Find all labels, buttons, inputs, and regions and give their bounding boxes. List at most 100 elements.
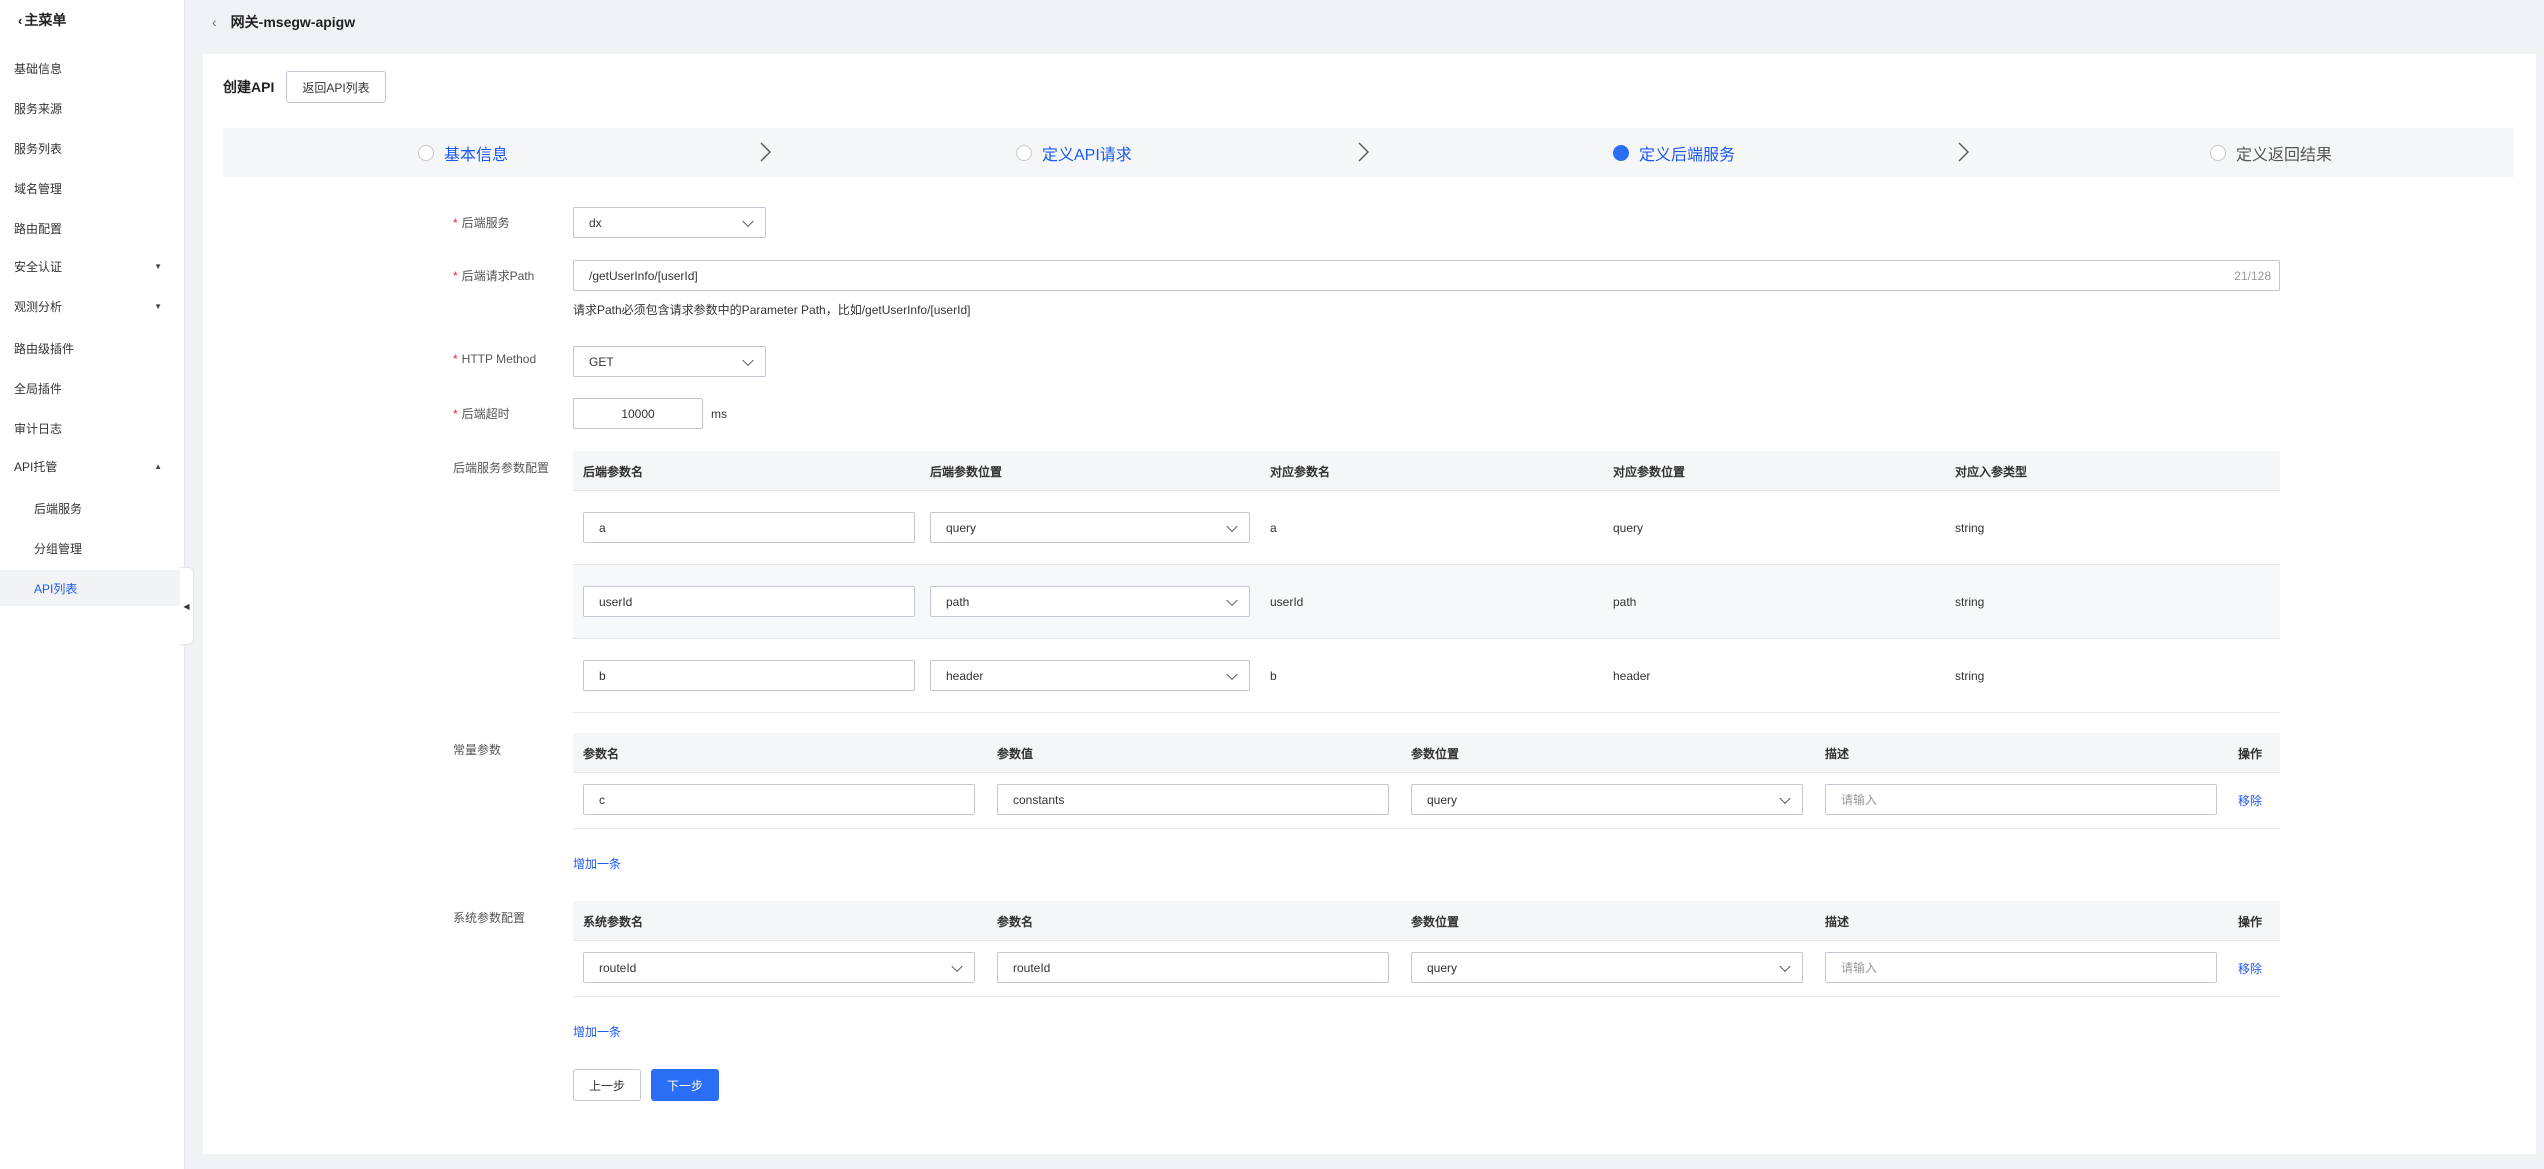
remove-system-param-link[interactable]: 移除	[2238, 960, 2262, 977]
step-label: 基本信息	[444, 146, 509, 164]
remove-constant-link[interactable]: 移除	[2238, 792, 2262, 809]
column-header: 参数名	[583, 746, 620, 761]
sidebar-item-global-plugin[interactable]: 全局插件	[0, 370, 184, 406]
sidebar-item-service-list[interactable]: 服务列表	[0, 130, 184, 166]
sidebar: ‹ 主菜单 基础信息 服务来源 服务列表 域名管理 路由配置 安全认证 ▼ 观测分…	[0, 0, 185, 1169]
step-basic-info[interactable]: 基本信息	[418, 128, 508, 177]
sidebar-item-label: 分组管理	[34, 541, 83, 556]
sidebar-item-security[interactable]: 安全认证 ▼	[0, 248, 184, 284]
column-header: 操作	[2238, 914, 2263, 929]
step-dot	[1016, 144, 1032, 161]
system-param-position-select[interactable]: query	[1411, 952, 1803, 983]
card-header: 创建API 返回API列表	[223, 71, 386, 103]
mapped-name: userId	[1270, 594, 1304, 609]
next-step-button[interactable]: 下一步	[651, 1069, 720, 1101]
sidebar-item-label: 审计日志	[14, 421, 63, 436]
back-to-api-list-button[interactable]: 返回API列表	[286, 71, 386, 103]
caret-down-icon: ▼	[154, 261, 162, 271]
sidebar-item-group-manage[interactable]: 分组管理	[0, 530, 184, 566]
sidebar-item-backend-service[interactable]: 后端服务	[0, 490, 184, 526]
select-value: query	[946, 520, 977, 535]
system-params-table: 系统参数名 参数名 参数位置 描述 操作 routeId routeId que…	[573, 901, 2280, 997]
sidebar-item-api-hosting[interactable]: API托管 ▲	[0, 448, 184, 484]
constant-name-input[interactable]: c	[583, 784, 975, 815]
backend-service-select[interactable]: dx	[573, 207, 766, 238]
steps-bar: 基本信息 定义API请求 定义后端服务 定义返回结果	[223, 128, 2514, 177]
select-value: query	[1427, 792, 1458, 807]
sidebar-item-basic-info[interactable]: 基础信息	[0, 50, 184, 86]
timeout-unit: ms	[711, 407, 727, 421]
input-value: userId	[599, 594, 633, 609]
system-param-select[interactable]: routeId	[583, 952, 975, 983]
param-type: string	[1955, 594, 1985, 609]
system-param-name-input[interactable]: routeId	[997, 952, 1389, 983]
constant-value-input[interactable]: constants	[997, 784, 1389, 815]
timeout-input[interactable]: 10000	[573, 398, 703, 429]
sidebar-item-route-config[interactable]: 路由配置	[0, 210, 184, 246]
sidebar-item-label: 全局插件	[14, 381, 63, 396]
backend-param-position-select[interactable]: path	[930, 586, 1250, 617]
chevron-left-icon: ‹	[18, 12, 23, 28]
backend-param-name-input[interactable]: a	[583, 512, 915, 543]
column-header: 后端参数位置	[930, 464, 1003, 479]
step-label: 定义后端服务	[1639, 146, 1736, 164]
select-value: query	[1427, 960, 1458, 975]
column-header: 操作	[2238, 746, 2263, 761]
step-define-api-request[interactable]: 定义API请求	[1016, 128, 1132, 177]
char-count: 21/128	[2234, 268, 2271, 283]
sidebar-item-observability[interactable]: 观测分析 ▼	[0, 288, 184, 324]
backend-param-position-select[interactable]: header	[930, 660, 1250, 691]
select-value: path	[946, 594, 970, 609]
prev-step-button[interactable]: 上一步	[573, 1069, 642, 1101]
step-label: 定义返回结果	[2236, 146, 2333, 164]
backend-param-position-select[interactable]: query	[930, 512, 1250, 543]
table-row: a query a query string	[573, 491, 2280, 565]
input-value: routeId	[1013, 960, 1051, 975]
main-menu-label: 主菜单	[24, 12, 67, 28]
sidebar-item-audit-log[interactable]: 审计日志	[0, 410, 184, 446]
column-header: 参数名	[997, 914, 1034, 929]
column-header: 参数位置	[1411, 746, 1460, 761]
sidebar-item-api-list[interactable]: API列表	[0, 570, 184, 606]
sidebar-collapse-handle[interactable]: ◀	[180, 567, 194, 645]
sidebar-item-label: 观测分析	[14, 299, 63, 314]
sidebar-item-label: 服务来源	[14, 101, 63, 116]
main-card: 创建API 返回API列表 基本信息 定义API请求 定义后端服务 定义返回结果…	[203, 54, 2536, 1154]
sidebar-item-service-source[interactable]: 服务来源	[0, 90, 184, 126]
table-row: b header b header string	[573, 639, 2280, 713]
column-header: 参数值	[997, 746, 1034, 761]
constant-desc-input[interactable]: 请输入	[1825, 784, 2217, 815]
backend-param-name-input[interactable]: b	[583, 660, 915, 691]
sidebar-item-label: API列表	[34, 581, 78, 596]
column-header: 参数位置	[1411, 914, 1460, 929]
add-constant-link[interactable]: 增加一条	[573, 855, 621, 872]
backend-service-label: * 后端服务	[453, 216, 510, 230]
column-header: 描述	[1825, 914, 1850, 929]
select-value: dx	[589, 215, 602, 230]
sidebar-item-label: API托管	[14, 459, 58, 474]
param-type: string	[1955, 520, 1985, 535]
backend-params-label: 后端服务参数配置	[453, 461, 550, 475]
step-label: 定义API请求	[1042, 146, 1132, 164]
sidebar-item-route-plugin[interactable]: 路由级插件	[0, 330, 184, 366]
add-system-param-link[interactable]: 增加一条	[573, 1023, 621, 1040]
mapped-name: b	[1270, 668, 1277, 683]
step-dot	[1613, 144, 1629, 161]
table-header: 系统参数名 参数名 参数位置 描述 操作	[573, 901, 2280, 941]
main-menu-back[interactable]: ‹ 主菜单	[0, 0, 184, 40]
backend-path-label: * 后端请求Path	[453, 269, 535, 283]
system-param-desc-input[interactable]: 请输入	[1825, 952, 2217, 983]
column-header: 系统参数名	[583, 914, 644, 929]
backend-path-input[interactable]: /getUserInfo/[userId] 21/128	[573, 260, 2280, 291]
input-value: c	[599, 792, 605, 807]
back-arrow-icon[interactable]: ‹	[212, 14, 217, 30]
step-define-backend-service[interactable]: 定义后端服务	[1613, 128, 1735, 177]
constant-position-select[interactable]: query	[1411, 784, 1803, 815]
input-value: /getUserInfo/[userId]	[589, 268, 698, 283]
sidebar-item-domain[interactable]: 域名管理	[0, 170, 184, 206]
select-value: header	[946, 668, 984, 683]
step-define-response[interactable]: 定义返回结果	[2210, 128, 2332, 177]
mapped-position: query	[1613, 520, 1644, 535]
backend-param-name-input[interactable]: userId	[583, 586, 915, 617]
http-method-select[interactable]: GET	[573, 346, 766, 377]
